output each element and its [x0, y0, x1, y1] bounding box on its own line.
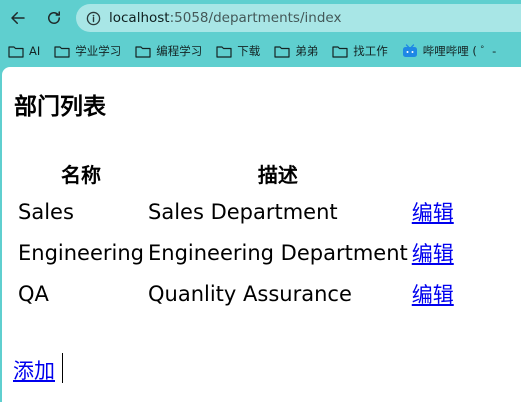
bookmark-label: 编程学习	[156, 44, 203, 58]
edit-link[interactable]: 编辑	[412, 283, 454, 307]
column-header-description: 描述	[257, 162, 298, 187]
departments-table: 名称 描述 Sales Sales Department 编辑 Engineer…	[16, 155, 456, 314]
bookmark-study[interactable]: 学业学习	[54, 43, 121, 59]
edit-cell: 编辑	[410, 232, 456, 273]
page-content: 部门列表 名称 描述 Sales Sales Department 编辑 Eng…	[2, 67, 521, 402]
bookmark-programming[interactable]: 编程学习	[135, 43, 202, 59]
bookmarks-bar: AI 学业学习 编程学习 下载 弟弟 找工作 哔哩哔哩 ( ゜-	[0, 38, 521, 64]
bookmark-label: 下载	[237, 44, 261, 58]
bookmark-label: 弟弟	[295, 44, 319, 58]
department-description: Quanlity Assurance	[148, 281, 352, 306]
bookmark-ai[interactable]: AI	[8, 44, 40, 58]
bookmark-label: AI	[29, 44, 41, 58]
address-bar[interactable]: localhost:5058/departments/index	[76, 4, 521, 32]
table-header-row: 名称 描述	[16, 155, 456, 191]
department-description: Engineering Department	[148, 240, 408, 265]
url-text: localhost:5058/departments/index	[109, 10, 342, 26]
text-cursor	[62, 353, 63, 383]
page-title: 部门列表	[14, 94, 106, 120]
edit-link[interactable]: 编辑	[412, 201, 454, 225]
table-row: QA Quanlity Assurance 编辑	[16, 273, 456, 314]
department-description: Sales Department	[148, 199, 338, 224]
folder-icon	[216, 45, 232, 58]
bookmark-label: 找工作	[353, 44, 388, 58]
bookmark-jobs[interactable]: 找工作	[332, 43, 388, 59]
edit-link[interactable]: 编辑	[412, 242, 454, 266]
folder-icon	[332, 45, 348, 58]
bookmark-downloads[interactable]: 下载	[216, 43, 260, 59]
browser-toolbar: localhost:5058/departments/index	[0, 0, 521, 36]
site-info-icon[interactable]	[85, 10, 101, 26]
folder-icon	[8, 45, 24, 58]
table-row: Sales Sales Department 编辑	[16, 191, 456, 232]
folder-icon	[54, 45, 70, 58]
reload-button[interactable]	[42, 6, 66, 30]
folder-icon	[274, 45, 290, 58]
arrow-left-icon	[11, 12, 25, 24]
bilibili-icon	[402, 44, 417, 57]
reload-icon	[48, 11, 60, 24]
folder-icon	[135, 45, 151, 58]
bookmark-brother[interactable]: 弟弟	[274, 43, 318, 59]
column-header-actions	[410, 155, 456, 191]
bookmark-label: 哔哩哔哩 ( ゜-	[422, 44, 497, 58]
bookmark-label: 学业学习	[75, 44, 122, 58]
department-name: Engineering	[18, 240, 144, 265]
department-name: QA	[18, 281, 49, 306]
bookmark-bilibili[interactable]: 哔哩哔哩 ( ゜-	[402, 43, 496, 59]
department-name: Sales	[18, 199, 74, 224]
table-row: Engineering Engineering Department 编辑	[16, 232, 456, 273]
edit-cell: 编辑	[410, 191, 456, 232]
column-header-name: 名称	[61, 162, 101, 187]
add-department-link[interactable]: 添加	[13, 355, 55, 385]
edit-cell: 编辑	[410, 273, 456, 314]
back-button[interactable]	[6, 6, 30, 30]
